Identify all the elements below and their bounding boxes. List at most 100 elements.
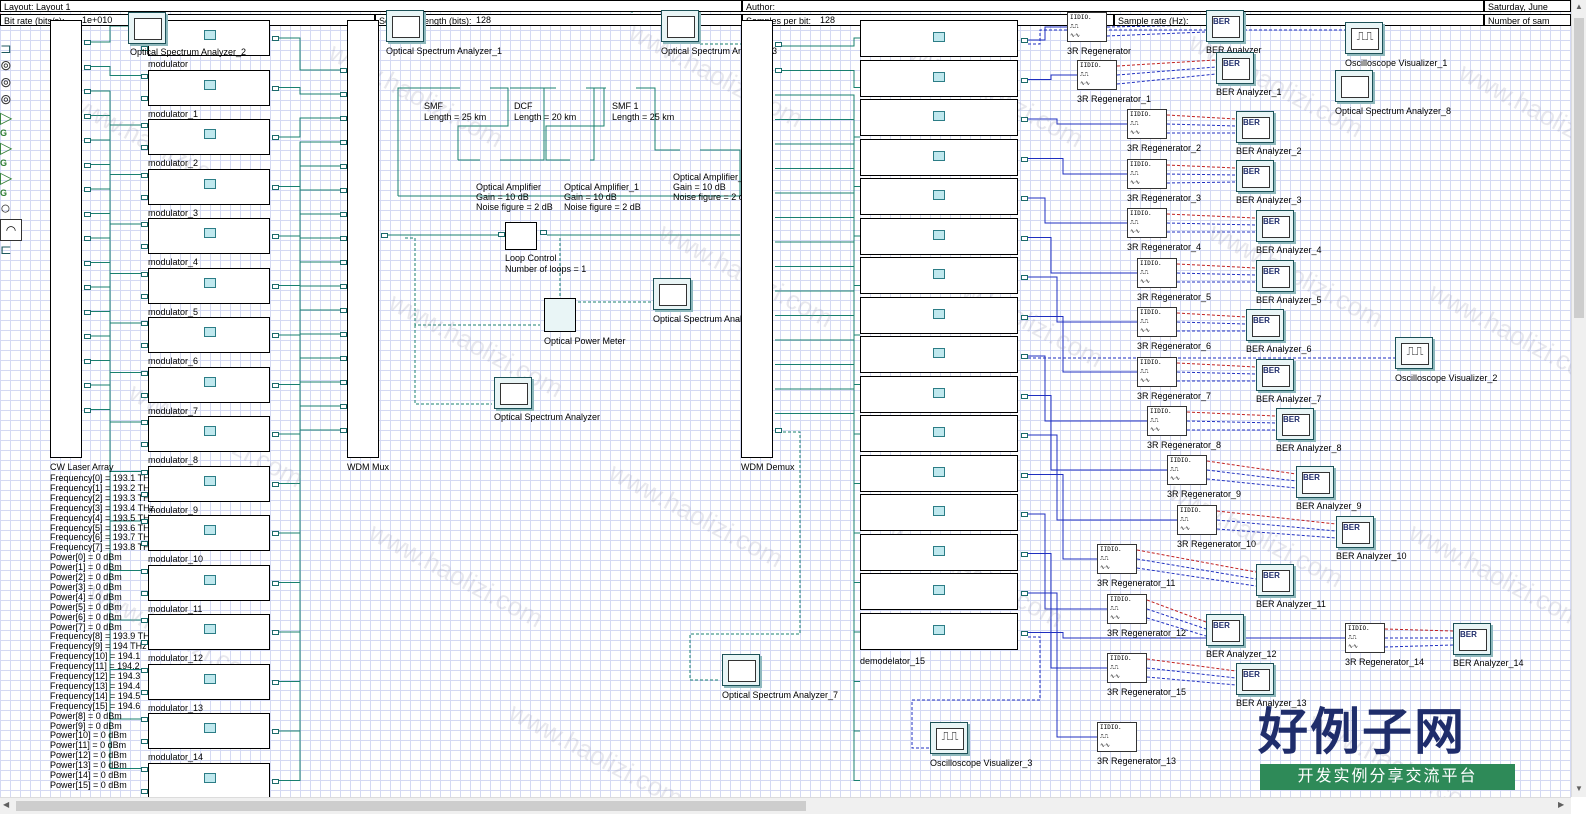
demodulator-output-port[interactable]	[1021, 630, 1028, 636]
laser-output-port[interactable]	[84, 138, 91, 143]
modulator-input-port[interactable]	[141, 222, 148, 227]
modulator-input-port[interactable]	[141, 392, 148, 398]
ber-analyzer-icon[interactable]: BER	[1246, 309, 1284, 341]
modulator-input-port[interactable]	[141, 145, 148, 150]
mux-input-port[interactable]	[340, 212, 347, 217]
modulator-output-port[interactable]	[272, 729, 279, 734]
modulator-input-port[interactable]	[141, 568, 148, 574]
modulator-input-port[interactable]	[141, 667, 148, 673]
mux-input-port[interactable]	[340, 116, 347, 121]
modulator-input-port[interactable]	[141, 370, 148, 376]
ber-analyzer-icon[interactable]: BER	[1336, 516, 1374, 548]
scroll-left-icon[interactable]: ◀	[3, 800, 9, 809]
modulator-input-port[interactable]	[141, 689, 148, 695]
modulator-input-port[interactable]	[141, 442, 148, 447]
laser-output-port[interactable]	[84, 260, 91, 266]
regenerator-icon[interactable]: IIDIO. ⎍⎍ ∿∿	[1107, 653, 1147, 683]
demodulator-output-port[interactable]	[1021, 117, 1028, 122]
mux-input-port[interactable]	[340, 380, 347, 385]
ber-analyzer-icon[interactable]: BER	[1256, 260, 1294, 292]
demodulator-output-port[interactable]	[1021, 275, 1028, 280]
demodulator-output-port[interactable]	[1021, 77, 1028, 83]
ber-analyzer-icon[interactable]: BER	[1256, 359, 1294, 391]
osa-3-icon[interactable]	[661, 10, 699, 42]
regenerator-icon[interactable]: IIDIO. ⎍⎍ ∿∿	[1127, 208, 1167, 238]
demodulator-output-port[interactable]	[1021, 38, 1028, 43]
mux-input-port[interactable]	[340, 428, 347, 433]
demodulator-output-port[interactable]	[1021, 156, 1028, 162]
modulator-output-port[interactable]	[272, 531, 279, 536]
modulator-input-port[interactable]	[141, 343, 148, 348]
laser-output-port[interactable]	[84, 187, 91, 192]
modulator-input-port[interactable]	[141, 541, 148, 546]
laser-output-port[interactable]	[84, 211, 91, 217]
modulator-output-port[interactable]	[272, 85, 279, 91]
scroll-up-icon[interactable]: ▲	[1575, 2, 1583, 11]
demodulator-output-port[interactable]	[1021, 512, 1028, 517]
regenerator-icon[interactable]: IIDIO. ⎍⎍ ∿∿	[1127, 109, 1167, 139]
laser-output-port[interactable]	[84, 285, 91, 290]
modulator-input-port[interactable]	[141, 95, 148, 101]
regenerator-icon[interactable]: IIDIO. ⎍⎍ ∿∿	[1177, 505, 1217, 535]
modulator-output-port[interactable]	[272, 580, 279, 586]
demodulator-output-port[interactable]	[1021, 393, 1028, 399]
horizontal-scroll-thumb[interactable]	[16, 801, 806, 811]
laser-output-port[interactable]	[84, 236, 91, 241]
regenerator-icon[interactable]: IIDIO. ⎍⎍ ∿∿	[1137, 357, 1177, 387]
modulator-input-port[interactable]	[141, 788, 148, 794]
demux-output-port[interactable]	[775, 68, 782, 73]
vertical-scroll-thumb[interactable]	[1574, 18, 1584, 318]
modulator-output-port[interactable]	[272, 432, 279, 437]
mux-input-port[interactable]	[340, 164, 347, 169]
ber-analyzer-icon[interactable]: BER	[1216, 52, 1254, 84]
ber-analyzer-icon[interactable]: BER	[1236, 111, 1274, 143]
layout-canvas[interactable]: www.haolizi.com www.haolizi.com www.haoliz…	[0, 0, 1571, 797]
ber-analyzer-icon[interactable]: BER	[1453, 623, 1491, 655]
modulator-input-port[interactable]	[141, 73, 148, 79]
modulator-input-port[interactable]	[141, 766, 148, 772]
regenerator-icon[interactable]: IIDIO. ⎍⎍ ∿∿	[1097, 544, 1137, 574]
modulator-input-port[interactable]	[141, 293, 148, 299]
modulator-input-port[interactable]	[141, 172, 148, 178]
modulator-output-port[interactable]	[272, 630, 279, 635]
oscilloscope-icon[interactable]: ⎍⎍	[1345, 22, 1383, 54]
ber-analyzer-icon[interactable]: BER	[1256, 564, 1294, 596]
modulator-output-port[interactable]	[272, 382, 279, 388]
osa-1-icon[interactable]	[386, 10, 424, 42]
laser-output-port[interactable]	[84, 309, 91, 315]
modulator-input-port[interactable]	[141, 271, 148, 277]
ber-analyzer-icon[interactable]: BER	[1236, 663, 1274, 695]
wdm-demux[interactable]	[741, 20, 773, 458]
cw-laser-array[interactable]	[50, 20, 82, 458]
demux-output-port[interactable]	[775, 42, 782, 47]
demodulator-output-port[interactable]	[1021, 551, 1028, 557]
mux-input-port[interactable]	[340, 404, 347, 409]
demux-output-port[interactable]	[775, 428, 782, 433]
laser-output-port[interactable]	[84, 89, 91, 94]
modulator-input-port[interactable]	[141, 519, 148, 524]
laser-output-port[interactable]	[84, 334, 91, 339]
power-meter[interactable]	[544, 298, 576, 332]
modulator-input-port[interactable]	[141, 739, 148, 744]
modulator-input-port[interactable]	[141, 321, 148, 326]
osa-8-icon[interactable]	[1335, 70, 1373, 102]
loop-control[interactable]	[505, 222, 537, 250]
regenerator-icon[interactable]: IIDIO. ⎍⎍ ∿∿	[1137, 258, 1177, 288]
mux-input-port[interactable]	[340, 140, 347, 145]
ber-analyzer-icon[interactable]: BER	[1256, 210, 1294, 242]
regenerator-icon[interactable]: IIDIO. ⎍⎍ ∿∿	[1127, 159, 1167, 189]
horizontal-scrollbar[interactable]: ◀ ▶	[0, 797, 1571, 814]
regenerator-icon[interactable]: IIDIO. ⎍⎍ ∿∿	[1167, 455, 1207, 485]
ber-analyzer-icon[interactable]: BER	[1206, 614, 1244, 646]
modulator-output-port[interactable]	[272, 333, 279, 338]
vertical-scrollbar[interactable]: ▲ ▼	[1571, 0, 1586, 797]
modulator-output-port[interactable]	[272, 679, 279, 685]
regenerator-icon[interactable]: IIDIO. ⎍⎍ ∿∿	[1137, 307, 1177, 337]
modulator-input-port[interactable]	[141, 244, 148, 249]
loop-port[interactable]	[498, 232, 505, 237]
mux-input-port[interactable]	[340, 332, 347, 337]
demodulator-output-port[interactable]	[1021, 314, 1028, 320]
ber-analyzer-icon[interactable]: BER	[1276, 408, 1314, 440]
regenerator-icon[interactable]: IIDIO. ⎍⎍ ∿∿	[1067, 12, 1107, 42]
demodulator-output-port[interactable]	[1021, 472, 1028, 478]
